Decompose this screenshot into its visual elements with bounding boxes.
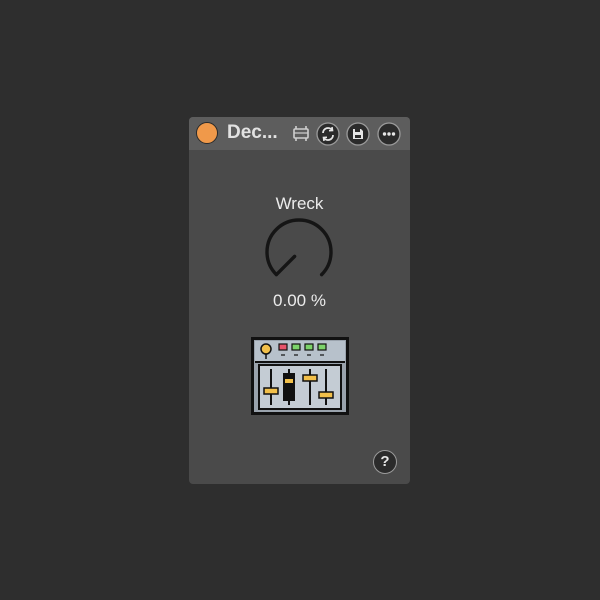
help-button[interactable]: ? bbox=[373, 450, 397, 474]
power-toggle-icon[interactable] bbox=[196, 122, 218, 144]
save-preset-icon[interactable] bbox=[346, 122, 370, 146]
device-panel: Dec... Wreck 0.00 % ? bbox=[189, 117, 410, 484]
mixer-console-icon bbox=[251, 337, 349, 415]
wreck-knob[interactable] bbox=[263, 216, 335, 288]
device-title[interactable]: Dec... bbox=[227, 122, 278, 144]
more-options-icon[interactable] bbox=[377, 122, 401, 146]
hot-swap-icon[interactable] bbox=[316, 122, 340, 146]
wreck-label: Wreck bbox=[275, 194, 324, 213]
wreck-value: 0.00 % bbox=[273, 291, 326, 310]
device-titlebar: Dec... bbox=[189, 117, 410, 150]
keyboard-mapping-icon[interactable] bbox=[290, 122, 312, 144]
